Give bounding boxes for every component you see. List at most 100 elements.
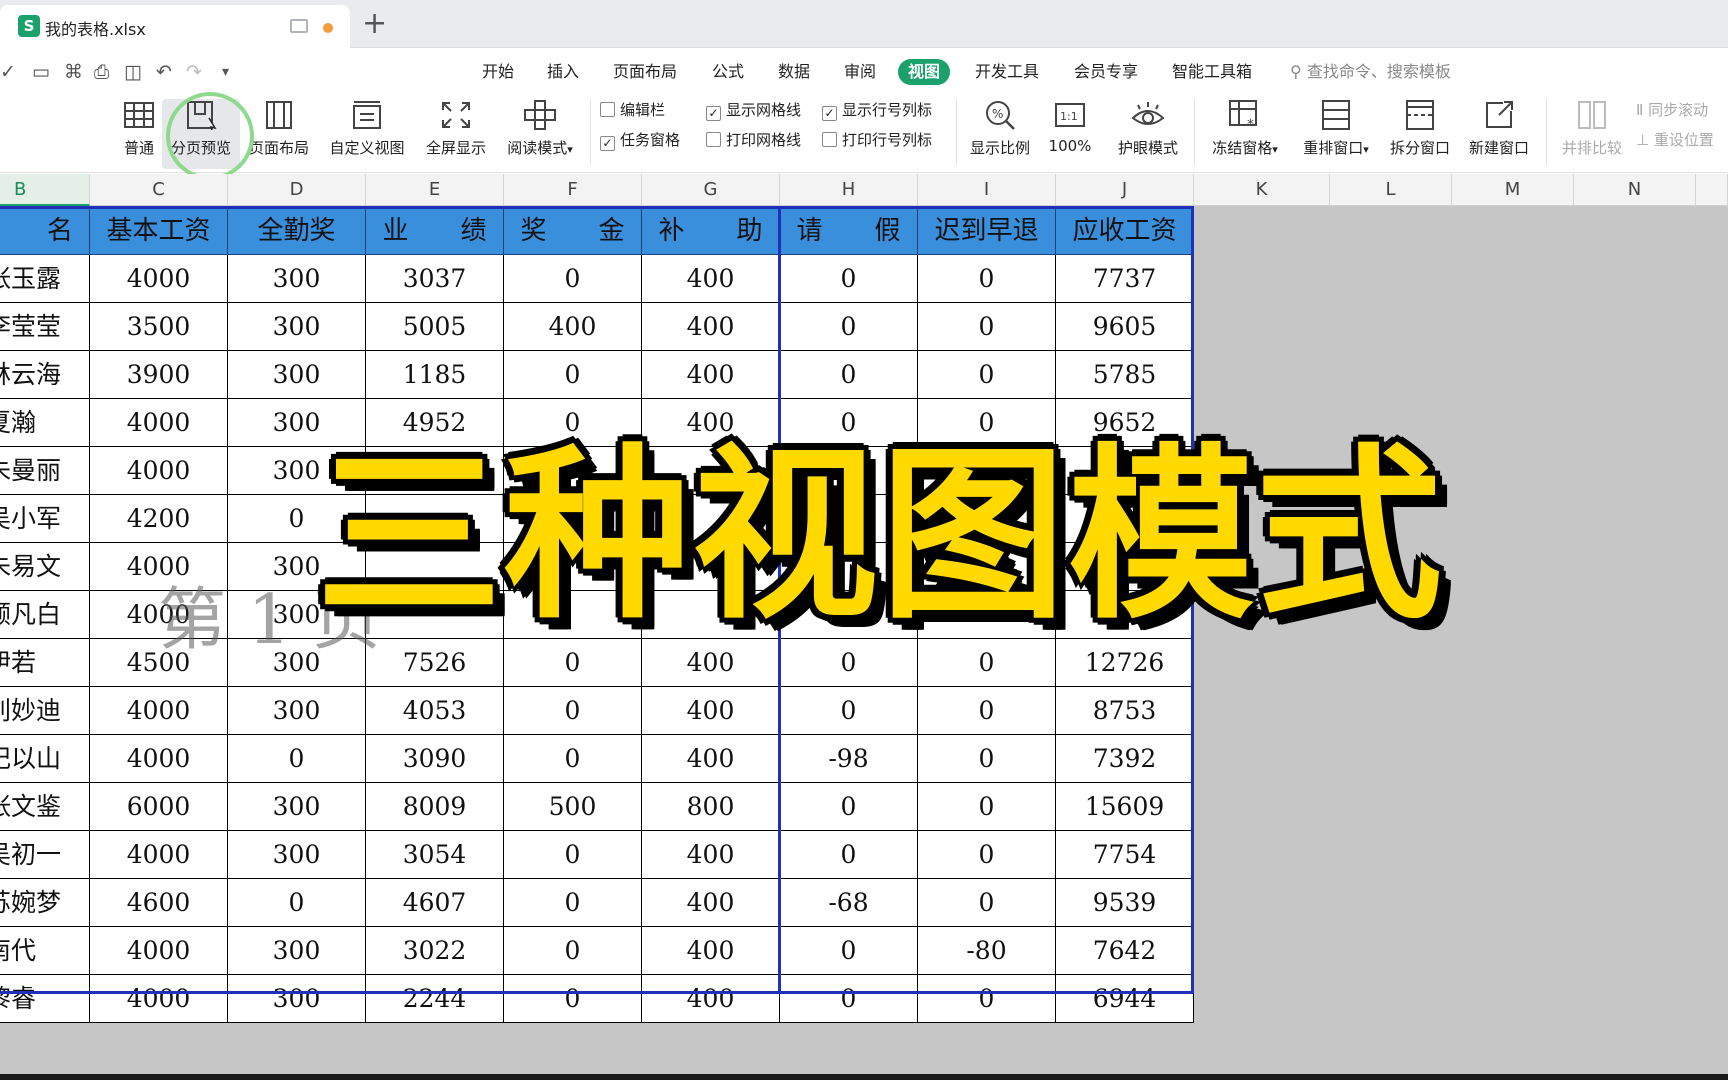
cell-base-salary[interactable]: 4000 <box>90 255 228 303</box>
cell-name[interactable]: 南代 <box>0 927 90 975</box>
column-header-b[interactable]: B <box>0 174 90 206</box>
cell-bonus[interactable]: 0 <box>504 255 642 303</box>
column-header-l[interactable]: L <box>1330 174 1452 206</box>
cell-bonus[interactable]: 0 <box>504 927 642 975</box>
header-cell-subsidy[interactable]: 补 助 <box>642 207 780 255</box>
menu-insert[interactable]: 插入 <box>547 59 579 85</box>
cell-bonus[interactable]: 0 <box>504 351 642 399</box>
cell-performance[interactable]: 2244 <box>366 975 504 1023</box>
cell-attendance-bonus[interactable]: 300 <box>228 687 366 735</box>
cell-subsidy[interactable]: 400 <box>642 255 780 303</box>
cell-subsidy[interactable]: 400 <box>642 975 780 1023</box>
cell-total-salary[interactable]: 8753 <box>1056 687 1194 735</box>
cell-name[interactable]: 吴小军 <box>0 495 90 543</box>
cell-late-early[interactable]: 0 <box>918 639 1056 687</box>
menu-member[interactable]: 会员专享 <box>1074 59 1138 85</box>
cell-total-salary[interactable]: 7737 <box>1056 255 1194 303</box>
cell-bonus[interactable]: 0 <box>504 975 642 1023</box>
cell-base-salary[interactable]: 4000 <box>90 447 228 495</box>
cell-base-salary[interactable]: 4000 <box>90 687 228 735</box>
show-headers-box[interactable]: ✓ <box>822 106 837 121</box>
cell-attendance-bonus[interactable]: 300 <box>228 831 366 879</box>
cell-bonus[interactable]: 0 <box>504 735 642 783</box>
column-header-c[interactable]: C <box>90 174 228 206</box>
cell-performance[interactable]: 7526 <box>366 639 504 687</box>
cell-base-salary[interactable]: 3900 <box>90 351 228 399</box>
cell-performance[interactable]: 4607 <box>366 879 504 927</box>
header-cell-performance[interactable]: 业 绩 <box>366 207 504 255</box>
sync-scroll-button[interactable]: Ⅱ 同步滚动 <box>1636 100 1708 120</box>
cell-late-early[interactable]: 0 <box>918 351 1056 399</box>
column-header-k[interactable]: K <box>1194 174 1330 206</box>
cell-name[interactable]: 顾凡白 <box>0 591 90 639</box>
cell-name[interactable]: 张玉露 <box>0 255 90 303</box>
task-pane-checkbox[interactable]: ✓ 任务窗格 <box>600 130 680 151</box>
cell-performance[interactable]: 3037 <box>366 255 504 303</box>
cell-total-salary[interactable]: 9605 <box>1056 303 1194 351</box>
header-cell-base-salary[interactable]: 基本工资 <box>90 207 228 255</box>
column-header-f[interactable]: F <box>504 174 642 206</box>
cell-performance[interactable]: 4053 <box>366 687 504 735</box>
cell-leave[interactable]: -98 <box>780 735 918 783</box>
cell-late-early[interactable]: 0 <box>918 783 1056 831</box>
cell-performance[interactable]: 1185 <box>366 351 504 399</box>
column-header-overflow[interactable] <box>1696 174 1728 206</box>
header-cell-bonus[interactable]: 奖 金 <box>504 207 642 255</box>
cell-leave[interactable]: 0 <box>780 351 918 399</box>
undo-icon[interactable]: ↶ <box>156 61 172 83</box>
cell-base-salary[interactable]: 4000 <box>90 831 228 879</box>
print-icon[interactable]: ⎙ <box>94 61 109 83</box>
cell-attendance-bonus[interactable]: 300 <box>228 975 366 1023</box>
menu-start[interactable]: 开始 <box>482 59 514 85</box>
cell-total-salary[interactable]: 6944 <box>1056 975 1194 1023</box>
edit-bar-box[interactable] <box>600 102 615 117</box>
cell-late-early[interactable]: 0 <box>918 879 1056 927</box>
show-grid-box[interactable]: ✓ <box>706 106 721 121</box>
cell-name[interactable]: 朱易文 <box>0 543 90 591</box>
cell-late-early[interactable]: 0 <box>918 687 1056 735</box>
reading-mode-button[interactable]: 阅读模式▾ <box>500 93 580 173</box>
cell-subsidy[interactable]: 400 <box>642 351 780 399</box>
cell-total-salary[interactable]: 5785 <box>1056 351 1194 399</box>
cell-subsidy[interactable]: 400 <box>642 639 780 687</box>
cell-total-salary[interactable]: 7392 <box>1056 735 1194 783</box>
header-cell-late-early[interactable]: 迟到早退 <box>918 207 1056 255</box>
cell-name[interactable]: 刘妙迪 <box>0 687 90 735</box>
cell-attendance-bonus[interactable]: 300 <box>228 351 366 399</box>
cell-base-salary[interactable]: 4000 <box>90 399 228 447</box>
cell-total-salary[interactable]: 9539 <box>1056 879 1194 927</box>
cell-performance[interactable]: 3022 <box>366 927 504 975</box>
cell-performance[interactable]: 8009 <box>366 783 504 831</box>
redo-icon[interactable]: ↷ <box>186 61 202 83</box>
cell-subsidy[interactable]: 800 <box>642 783 780 831</box>
cell-attendance-bonus[interactable]: 300 <box>228 927 366 975</box>
cell-subsidy[interactable]: 400 <box>642 303 780 351</box>
show-headers-checkbox[interactable]: ✓ 显示行号列标 <box>822 100 932 121</box>
new-tab-button[interactable]: + <box>362 6 387 42</box>
cell-bonus[interactable]: 0 <box>504 831 642 879</box>
cell-bonus[interactable]: 400 <box>504 303 642 351</box>
cell-bonus[interactable]: 0 <box>504 879 642 927</box>
cell-base-salary[interactable]: 4000 <box>90 975 228 1023</box>
menu-formulas[interactable]: 公式 <box>712 59 744 85</box>
edit-bar-checkbox[interactable]: 编辑栏 <box>600 100 665 120</box>
cell-leave[interactable]: 0 <box>780 639 918 687</box>
column-header-e[interactable]: E <box>366 174 504 206</box>
cell-name[interactable]: 夏瀚 <box>0 399 90 447</box>
command-search[interactable]: ⚲ 查找命令、搜索模板 <box>1290 59 1451 85</box>
column-header-i[interactable]: I <box>918 174 1056 206</box>
cell-late-early[interactable]: 0 <box>918 735 1056 783</box>
monitor-icon[interactable] <box>290 19 308 33</box>
full-screen-button[interactable]: 全屏显示 <box>420 93 492 173</box>
freeze-panes-button[interactable]: * 冻结窗格▾ <box>1204 93 1286 173</box>
column-header-j[interactable]: J <box>1056 174 1194 206</box>
cell-subsidy[interactable]: 400 <box>642 687 780 735</box>
show-grid-checkbox[interactable]: ✓ 显示网格线 <box>706 100 801 121</box>
page-layout-view-button[interactable]: 页面布局 <box>246 93 312 173</box>
cell-subsidy[interactable]: 400 <box>642 927 780 975</box>
cell-subsidy[interactable]: 400 <box>642 831 780 879</box>
collapse-icon[interactable]: ✓ <box>0 61 16 83</box>
cell-total-salary[interactable]: 15609 <box>1056 783 1194 831</box>
cell-late-early[interactable]: -80 <box>918 927 1056 975</box>
print-headers-checkbox[interactable]: 打印行号列标 <box>822 130 932 150</box>
